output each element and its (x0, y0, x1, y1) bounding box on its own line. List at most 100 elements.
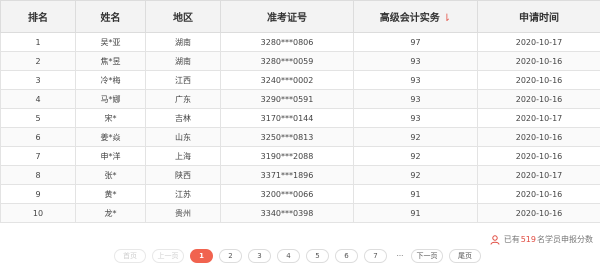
cell-date: 2020-10-17 (477, 32, 600, 52)
cell-score: 92 (353, 127, 478, 147)
cell-name: 宋* (75, 108, 146, 128)
table-row: 9 黄* 江苏 3200***0066 91 2020-10-16 (0, 184, 600, 204)
cell-region: 湖南 (145, 51, 221, 71)
cell-score: 93 (353, 51, 478, 71)
pagination-ellipsis: ··· (393, 249, 407, 263)
cell-score: 92 (353, 165, 478, 185)
cell-ticket: 3240***0002 (220, 70, 354, 90)
cell-name: 黄* (75, 184, 146, 204)
cell-rank: 5 (0, 108, 76, 128)
cell-date: 2020-10-16 (477, 203, 600, 223)
page-3-button[interactable]: 3 (248, 249, 271, 263)
cell-ticket: 3170***0144 (220, 108, 354, 128)
cell-rank: 2 (0, 51, 76, 71)
cell-score: 93 (353, 70, 478, 90)
cell-date: 2020-10-16 (477, 146, 600, 166)
cell-region: 吉林 (145, 108, 221, 128)
score-ranking-panel: 排名 姓名 地区 准考证号 高级会计实务 ⇂ 申请时间 1 吴*亚 湖南 3280***… (0, 0, 600, 266)
page-2-button[interactable]: 2 (219, 249, 242, 263)
cell-name: 马*娜 (75, 89, 146, 109)
cell-date: 2020-10-16 (477, 51, 600, 71)
cell-region: 江苏 (145, 184, 221, 204)
cell-region: 湖南 (145, 32, 221, 52)
cell-region: 江西 (145, 70, 221, 90)
first-page-button[interactable]: 首页 (114, 249, 146, 263)
page-1-button[interactable]: 1 (190, 249, 213, 263)
header-name: 姓名 (75, 0, 146, 33)
cell-rank: 7 (0, 146, 76, 166)
cell-name: 龙* (75, 203, 146, 223)
cell-ticket: 3200***0066 (220, 184, 354, 204)
cell-score: 91 (353, 184, 478, 204)
table-row: 10 龙* 贵州 3340***0398 91 2020-10-16 (0, 203, 600, 223)
sort-down-icon[interactable]: ⇂ (443, 13, 451, 24)
pagination: 首页 上一页 1 2 3 4 5 6 7 ··· 下一页 尾页 (114, 248, 487, 264)
cell-ticket: 3250***0813 (220, 127, 354, 147)
page-5-button[interactable]: 5 (306, 249, 329, 263)
header-score-sort[interactable]: 高级会计实务 ⇂ (353, 0, 478, 33)
cell-ticket: 3371***1896 (220, 165, 354, 185)
cell-rank: 1 (0, 32, 76, 52)
cell-ticket: 3190***2088 (220, 146, 354, 166)
note-prefix: 已有 (503, 235, 520, 244)
applicant-count: 519 (520, 235, 536, 244)
cell-name: 张* (75, 165, 146, 185)
header-score-label: 高级会计实务 (379, 13, 440, 24)
table-row: 2 焦*昱 湖南 3280***0059 93 2020-10-16 (0, 51, 600, 71)
cell-score: 92 (353, 146, 478, 166)
cell-ticket: 3280***0806 (220, 32, 354, 52)
ranking-table: 排名 姓名 地区 准考证号 高级会计实务 ⇂ 申请时间 1 吴*亚 湖南 3280***… (0, 0, 600, 223)
note-suffix: 名学员申报分数 (537, 235, 593, 244)
cell-name: 申*洋 (75, 146, 146, 166)
cell-rank: 3 (0, 70, 76, 90)
header-region: 地区 (145, 0, 221, 33)
table-header-row: 排名 姓名 地区 准考证号 高级会计实务 ⇂ 申请时间 (0, 0, 600, 33)
cell-date: 2020-10-17 (477, 108, 600, 128)
cell-rank: 10 (0, 203, 76, 223)
cell-region: 上海 (145, 146, 221, 166)
cell-rank: 4 (0, 89, 76, 109)
cell-region: 山东 (145, 127, 221, 147)
cell-score: 93 (353, 89, 478, 109)
table-row: 1 吴*亚 湖南 3280***0806 97 2020-10-17 (0, 32, 600, 52)
cell-score: 97 (353, 32, 478, 52)
cell-date: 2020-10-16 (477, 184, 600, 204)
cell-ticket: 3290***0591 (220, 89, 354, 109)
table-row: 5 宋* 吉林 3170***0144 93 2020-10-17 (0, 108, 600, 128)
header-rank: 排名 (0, 0, 76, 33)
cell-ticket: 3280***0059 (220, 51, 354, 71)
next-page-button[interactable]: 下一页 (411, 249, 443, 263)
table-row: 6 姜*焱 山东 3250***0813 92 2020-10-16 (0, 127, 600, 147)
cell-name: 焦*昱 (75, 51, 146, 71)
table-body: 1 吴*亚 湖南 3280***0806 97 2020-10-17 2 焦*昱 湖南 3280*… (0, 32, 600, 223)
page-6-button[interactable]: 6 (335, 249, 358, 263)
last-page-button[interactable]: 尾页 (449, 249, 481, 263)
cell-date: 2020-10-16 (477, 70, 600, 90)
cell-date: 2020-10-16 (477, 89, 600, 109)
cell-score: 91 (353, 203, 478, 223)
page-4-button[interactable]: 4 (277, 249, 300, 263)
page-7-button[interactable]: 7 (364, 249, 387, 263)
table-row: 8 张* 陕西 3371***1896 92 2020-10-17 (0, 165, 600, 185)
cell-region: 陕西 (145, 165, 221, 185)
cell-ticket: 3340***0398 (220, 203, 354, 223)
table-row: 4 马*娜 广东 3290***0591 93 2020-10-16 (0, 89, 600, 109)
person-icon (490, 234, 500, 245)
cell-rank: 6 (0, 127, 76, 147)
table-row: 7 申*洋 上海 3190***2088 92 2020-10-16 (0, 146, 600, 166)
cell-date: 2020-10-17 (477, 165, 600, 185)
cell-rank: 9 (0, 184, 76, 204)
header-date: 申请时间 (477, 0, 600, 33)
applicant-count-note: 已有 519 名学员申报分数 (490, 234, 593, 245)
header-ticket: 准考证号 (220, 0, 354, 33)
cell-name: 姜*焱 (75, 127, 146, 147)
cell-region: 贵州 (145, 203, 221, 223)
cell-date: 2020-10-16 (477, 127, 600, 147)
cell-name: 吴*亚 (75, 32, 146, 52)
table-row: 3 冷*梅 江西 3240***0002 93 2020-10-16 (0, 70, 600, 90)
cell-score: 93 (353, 108, 478, 128)
prev-page-button[interactable]: 上一页 (152, 249, 184, 263)
cell-region: 广东 (145, 89, 221, 109)
cell-rank: 8 (0, 165, 76, 185)
cell-name: 冷*梅 (75, 70, 146, 90)
